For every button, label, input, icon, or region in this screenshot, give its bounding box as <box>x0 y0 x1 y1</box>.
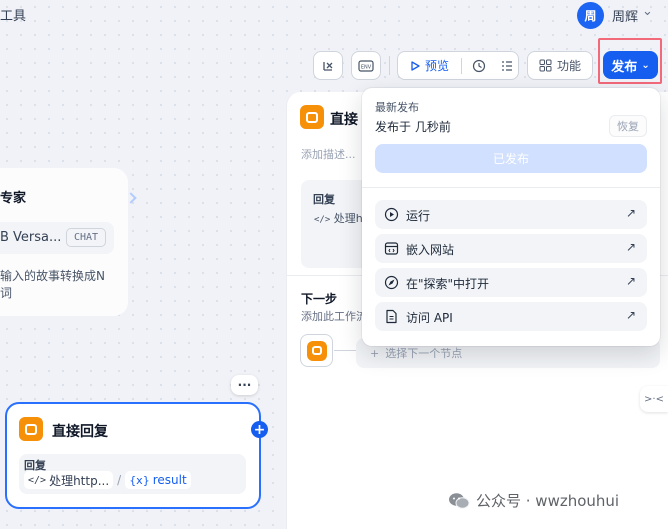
variable-separator: / <box>117 473 122 487</box>
model-type-badge: CHAT <box>66 228 106 247</box>
llm-node-description: 输入的故事转换成N 词 <box>0 268 118 302</box>
document-icon <box>386 309 397 324</box>
reply-node-icon <box>300 105 324 129</box>
preview-button[interactable]: 预览 <box>425 57 449 74</box>
variable-pill: {x} result <box>125 471 191 489</box>
connector-line <box>334 350 356 351</box>
reply-node-title: 直接回复 <box>52 424 108 440</box>
select-next-node-label: + 选择下一个节点 <box>370 345 462 361</box>
llm-node-description-line: 词 <box>0 286 13 300</box>
chevron-down-icon[interactable]: ⌄ <box>642 4 653 19</box>
watermark: 公众号 · wwzhouhui <box>448 490 619 511</box>
arrow-up-right-icon: ↗ <box>626 274 637 288</box>
latest-publish-heading: 最新发布 <box>375 101 419 114</box>
divider <box>362 187 660 188</box>
variable-icon: {x} <box>129 473 150 487</box>
panel-reply-value[interactable]: </> 处理ht <box>314 210 367 226</box>
variable-name: result <box>152 473 187 487</box>
arrow-up-right-icon: ↗ <box>626 206 637 220</box>
watermark-text: 公众号 · wwzhouhui <box>476 492 620 510</box>
select-next-node-text: 选择下一个节点 <box>385 347 463 360</box>
toolbar-divider <box>461 57 463 74</box>
grid-icon <box>539 59 552 72</box>
current-node-thumbnail <box>300 334 333 367</box>
more-options-button[interactable]: ··· <box>231 375 258 395</box>
open-in-explore-label: 在"探索"中打开 <box>406 277 490 291</box>
llm-node-description-line: 输入的故事转换成N <box>0 269 105 283</box>
chevron-down-icon: ⌄ <box>641 59 650 71</box>
next-step-title: 下一步 <box>301 292 338 306</box>
breadcrumb[interactable]: 工具 <box>0 5 26 24</box>
code-icon: </> <box>28 474 47 486</box>
play-circle-icon <box>384 207 399 222</box>
undo-history-button[interactable] <box>313 51 343 80</box>
toolbar-divider <box>389 56 390 75</box>
add-next-node-button[interactable]: + <box>251 421 268 438</box>
publish-label: 发布 <box>611 59 638 75</box>
reply-node-icon <box>19 417 43 441</box>
preview-group: 预览 <box>397 51 519 80</box>
published-button[interactable]: 已发布 <box>375 144 647 173</box>
play-icon <box>411 60 420 71</box>
variable-pill: </> 处理http... <box>24 471 114 489</box>
features-label: 功能 <box>556 59 581 73</box>
reply-node-icon <box>306 340 327 361</box>
collapse-panel-icon[interactable]: >·< <box>640 386 668 412</box>
checklist-icon[interactable] <box>500 59 514 73</box>
avatar[interactable]: 周 <box>577 2 604 29</box>
publish-button[interactable]: 发布 ⌄ <box>603 51 658 79</box>
embed-website-label: 嵌入网站 <box>406 243 455 257</box>
variable-reference: </> 处理http... / {x} result <box>24 471 191 489</box>
next-step-description: 添加此工作流 <box>301 310 367 323</box>
run-app-label: 运行 <box>406 209 431 223</box>
env-variables-button[interactable]: ENV <box>351 51 381 80</box>
plus-icon: + <box>370 347 380 360</box>
panel-description-input[interactable]: 添加描述... <box>301 146 356 162</box>
wechat-icon <box>449 492 470 509</box>
embed-window-icon <box>384 242 399 255</box>
restore-button[interactable]: 恢复 <box>609 115 647 137</box>
arrow-up-right-icon: ↗ <box>626 240 637 254</box>
arrow-up-right-icon: ↗ <box>626 308 637 322</box>
access-api-label: 访问 API <box>406 311 453 325</box>
publish-time: 发布于 几秒前 <box>375 120 451 134</box>
panel-title[interactable]: 直接 <box>330 109 358 129</box>
panel-reply-label: 回复 <box>313 193 335 206</box>
features-button[interactable]: 功能 <box>527 51 593 80</box>
code-icon: </> <box>314 215 331 225</box>
svg-text:ENV: ENV <box>361 64 372 70</box>
history-icon <box>323 61 333 71</box>
username[interactable]: 周辉 <box>612 6 638 25</box>
variable-node-name: 处理http... <box>49 473 110 488</box>
model-name: B Versa... <box>0 230 62 245</box>
checklist-clock-icon[interactable] <box>472 59 486 73</box>
llm-node-title: 专家 <box>0 191 27 206</box>
env-icon: ENV <box>358 59 374 72</box>
explore-compass-icon <box>384 275 399 290</box>
